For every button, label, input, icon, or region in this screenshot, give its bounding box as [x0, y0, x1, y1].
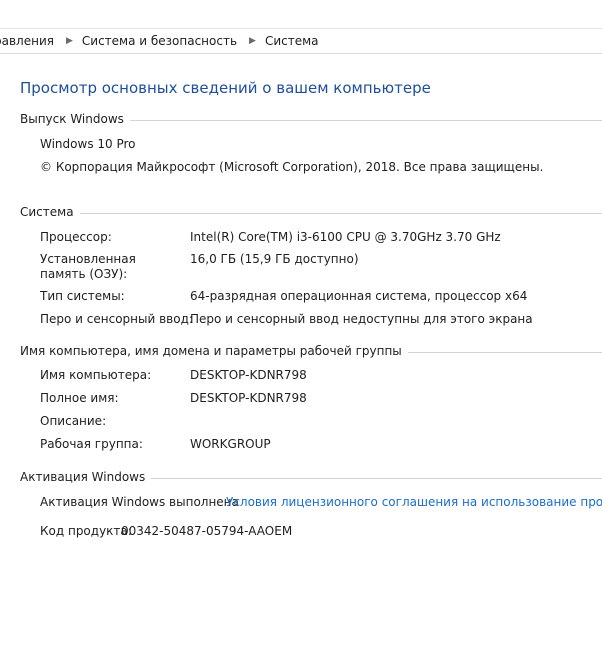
breadcrumb-item-system[interactable]: Система	[265, 34, 319, 48]
page-title: Просмотр основных сведений о вашем компь…	[20, 79, 431, 97]
processor-value: Intel(R) Core(TM) i3-6100 CPU @ 3.70GHz …	[190, 230, 501, 244]
memory-value: 16,0 ГБ (15,9 ГБ доступно)	[190, 252, 359, 266]
copyright-text: © Корпорация Майкрософт (Microsoft Corpo…	[40, 160, 544, 174]
section-divider	[129, 119, 602, 121]
section-title: Активация Windows	[20, 470, 146, 484]
chevron-right-icon[interactable]: ▶	[249, 35, 256, 47]
activation-status: Активация Windows выполнена	[40, 495, 239, 509]
product-id-label: Код продукта:	[40, 524, 132, 538]
license-terms-link[interactable]: Условия лицензионного соглашения на испо…	[226, 495, 602, 510]
section-title: Имя компьютера, имя домена и параметры р…	[20, 344, 402, 358]
full-name-label: Полное имя:	[40, 391, 119, 405]
section-header-activation: Активация Windows	[20, 470, 602, 484]
chevron-right-icon[interactable]: ▶	[66, 35, 73, 47]
breadcrumb-item-control-panel[interactable]: равления	[0, 34, 54, 48]
windows-edition-value: Windows 10 Pro	[40, 137, 136, 151]
system-type-value: 64-разрядная операционная система, проце…	[190, 289, 528, 303]
pen-touch-value: Перо и сенсорный ввод недоступны для это…	[190, 312, 533, 326]
section-divider	[151, 477, 602, 479]
section-header-system: Система	[20, 205, 602, 219]
computer-name-value: DESKTOP-KDNR798	[190, 368, 307, 382]
section-divider	[407, 351, 602, 353]
section-title: Выпуск Windows	[20, 112, 124, 126]
full-name-value: DESKTOP-KDNR798	[190, 391, 307, 405]
computer-name-label: Имя компьютера:	[40, 368, 152, 382]
system-properties-page: равления ▶ Система и безопасность ▶ Сист…	[0, 0, 602, 661]
description-label: Описание:	[40, 414, 107, 428]
section-header-windows-edition: Выпуск Windows	[20, 112, 602, 126]
workgroup-label: Рабочая группа:	[40, 437, 143, 451]
pen-touch-label: Перо и сенсорный ввод:	[40, 312, 193, 326]
section-divider	[79, 212, 602, 214]
memory-label: Установленная память (ОЗУ):	[40, 252, 136, 281]
processor-label: Процессор:	[40, 230, 112, 244]
section-title: Система	[20, 205, 74, 219]
product-id-value: 00342-50487-05794-AAOEM	[121, 524, 293, 538]
breadcrumb-item-system-security[interactable]: Система и безопасность	[82, 34, 237, 48]
system-type-label: Тип системы:	[40, 289, 125, 303]
breadcrumb: равления ▶ Система и безопасность ▶ Сист…	[0, 28, 602, 54]
section-header-computer-name: Имя компьютера, имя домена и параметры р…	[20, 344, 602, 358]
workgroup-value: WORKGROUP	[190, 437, 271, 451]
